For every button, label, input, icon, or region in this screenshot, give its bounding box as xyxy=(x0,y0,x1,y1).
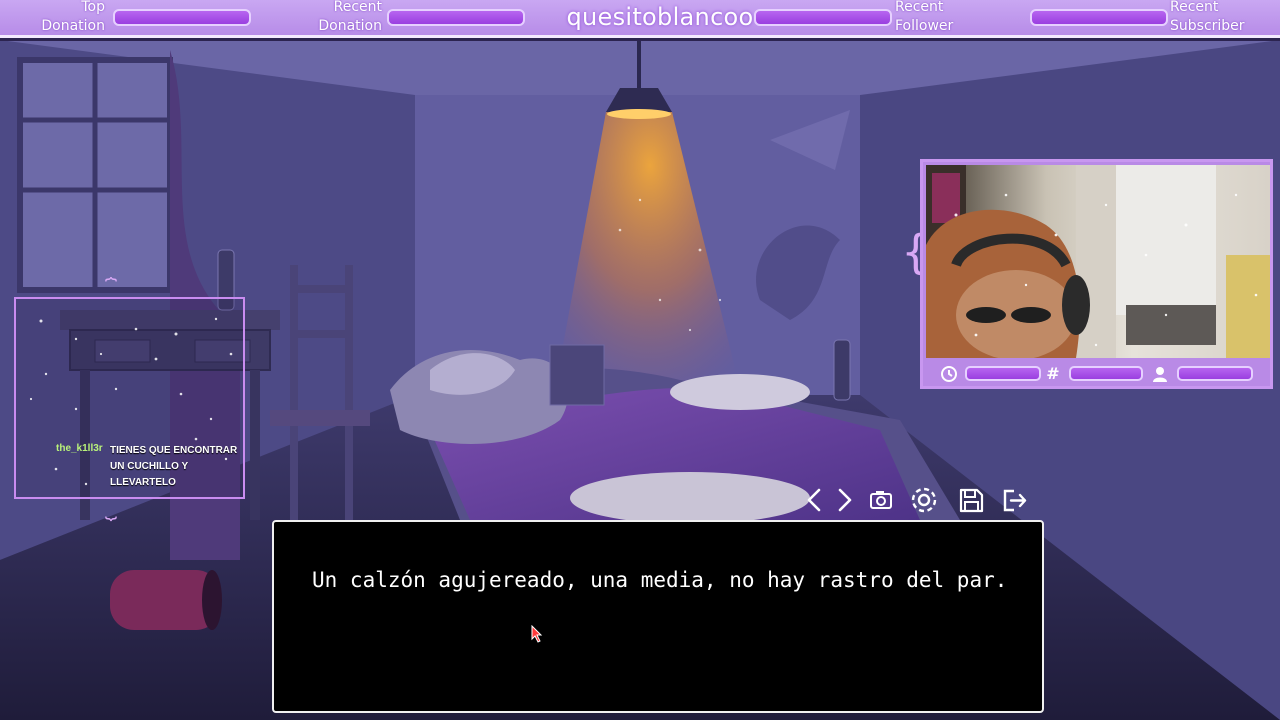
recent-follower-label-line2: Follower xyxy=(895,18,954,34)
game-toolbar xyxy=(800,484,1040,516)
exit-icon[interactable] xyxy=(1000,484,1030,516)
recent-donation-label: Recent Donation xyxy=(310,0,382,36)
webcam-frame: # xyxy=(920,159,1273,389)
chat-overlay: the_k1ll3r TIENES QUE ENCONTRAR UN CUCHI… xyxy=(14,297,245,499)
uptime-pill xyxy=(965,366,1041,381)
recent-follower-bar xyxy=(754,9,892,26)
dialogue-box[interactable]: Un calzón agujereado, una media, no hay … xyxy=(272,520,1044,713)
stream-top-bar: Top Donation Recent Donation quesitoblan… xyxy=(0,0,1280,38)
recent-subscriber-bar xyxy=(1030,9,1168,26)
user-icon xyxy=(1150,364,1170,384)
back-icon[interactable] xyxy=(800,484,830,516)
recent-follower-label-line1: Recent xyxy=(895,0,944,15)
recent-subscriber-label-line1: Recent xyxy=(1170,0,1219,15)
recent-follower-label: Recent Follower xyxy=(895,0,965,36)
settings-icon[interactable] xyxy=(908,484,938,516)
mouse-cursor-icon xyxy=(531,625,543,643)
camera-icon[interactable] xyxy=(866,484,896,516)
chat-username: the_k1ll3r xyxy=(56,443,103,454)
recent-subscriber-label: Recent Subscriber xyxy=(1170,0,1260,36)
webcam-image xyxy=(926,165,1270,358)
channel-name: quesitoblancoo xyxy=(566,3,754,31)
chat-brace-bottom: ⏟ xyxy=(105,496,117,520)
followers-pill xyxy=(1177,366,1253,381)
recent-donation-bar xyxy=(387,9,525,26)
webcam-status-bar: # xyxy=(923,361,1270,386)
save-icon[interactable] xyxy=(956,484,986,516)
top-donation-label-line2: Donation xyxy=(41,18,105,34)
recent-subscriber-label-line2: Subscriber xyxy=(1170,18,1245,34)
clock-icon xyxy=(939,364,959,384)
webcam-feed xyxy=(926,165,1270,358)
recent-donation-label-line2: Donation xyxy=(318,18,382,34)
top-donation-label: Top Donation xyxy=(40,0,105,36)
viewers-pill xyxy=(1069,366,1143,381)
top-donation-label-line1: Top xyxy=(81,0,105,15)
forward-icon[interactable] xyxy=(830,484,860,516)
dialogue-text: Un calzón agujereado, una media, no hay … xyxy=(312,568,1008,592)
recent-donation-label-line1: Recent xyxy=(333,0,382,15)
top-donation-bar xyxy=(113,9,251,26)
chat-text: TIENES QUE ENCONTRAR UN CUCHILLO Y LLEVA… xyxy=(110,445,238,488)
hash-icon: # xyxy=(1046,364,1060,383)
